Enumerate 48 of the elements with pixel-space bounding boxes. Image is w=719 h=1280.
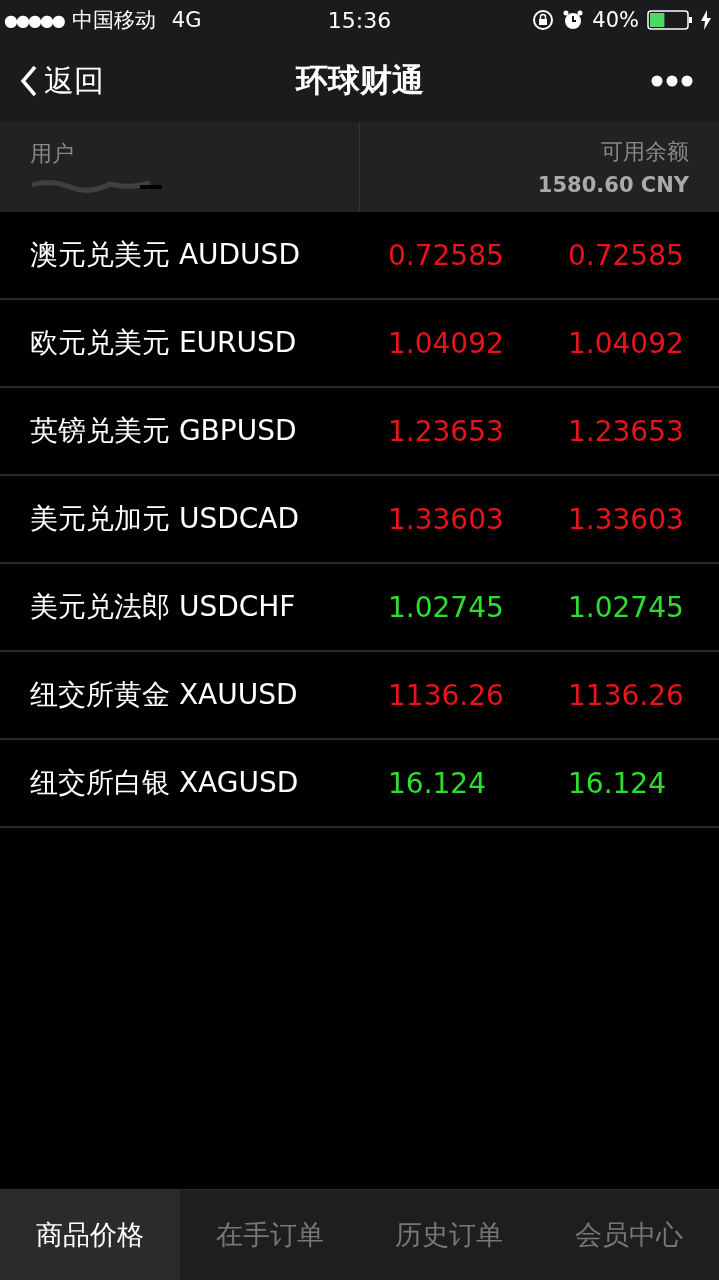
clock-time: 15:36: [327, 7, 392, 33]
carrier-name: 中国移动: [71, 7, 156, 34]
bid-price: 1.23653: [388, 414, 504, 448]
instrument-name: 澳元兑美元 AUDUSD: [30, 237, 301, 273]
quote-row[interactable]: 美元兑法郎 USDCHF 1.02745 1.02745: [0, 564, 719, 652]
battery-icon: [647, 10, 693, 30]
ask-price: 1.33603: [568, 502, 684, 536]
more-icon[interactable]: [651, 75, 693, 87]
back-button[interactable]: 返回: [20, 60, 104, 102]
alarm-clock-icon: [562, 9, 585, 31]
tab[interactable]: 商品价格: [0, 1190, 180, 1280]
bid-price: 1.33603: [388, 502, 504, 536]
ask-price: 0.72585: [568, 238, 684, 272]
page-title: 环球财通: [295, 60, 424, 101]
ask-price: 1.23653: [568, 414, 684, 448]
bid-price: 1.02745: [388, 590, 504, 624]
quote-row[interactable]: 纽交所白银 XAGUSD 16.124 16.124: [0, 740, 719, 828]
ask-price: 1136.26: [568, 678, 684, 712]
ask-price: 1.04092: [568, 326, 684, 360]
instrument-name: 英镑兑美元 GBPUSD: [30, 413, 298, 449]
signal-strength: ●●●●●: [4, 10, 64, 30]
instrument-name: 欧元兑美元 EURUSD: [30, 325, 298, 361]
quote-row[interactable]: 纽交所黄金 XAUUSD 1136.26 1136.26: [0, 652, 719, 740]
rotation-lock-icon: [532, 9, 555, 31]
tab[interactable]: 历史订单: [359, 1190, 540, 1280]
instrument-name: 美元兑法郎 USDCHF: [30, 589, 297, 625]
ask-price: 1.02745: [568, 590, 684, 624]
balance-label: 可用余额: [601, 138, 689, 166]
bid-price: 16.124: [388, 766, 486, 800]
network-type: 4G: [171, 8, 202, 32]
tab[interactable]: 会员中心: [539, 1190, 719, 1280]
quote-row[interactable]: 美元兑加元 USDCAD 1.33603 1.33603: [0, 476, 719, 564]
bid-price: 1136.26: [388, 678, 504, 712]
charging-bolt-icon: [701, 10, 711, 30]
battery-percent: 40%: [592, 8, 639, 32]
quote-row[interactable]: 英镑兑美元 GBPUSD 1.23653 1.23653: [0, 388, 719, 476]
quote-row[interactable]: 欧元兑美元 EURUSD 1.04092 1.04092: [0, 300, 719, 388]
user-label: 用户: [30, 140, 75, 168]
balance-amount: 1580.60 CNY: [537, 173, 689, 197]
quote-row[interactable]: 澳元兑美元 AUDUSD 0.72585 0.72585: [0, 212, 719, 300]
ask-price: 16.124: [568, 766, 666, 800]
chevron-left-icon: [20, 65, 38, 97]
tab[interactable]: 在手订单: [179, 1190, 360, 1280]
bid-price: 0.72585: [388, 238, 504, 272]
instrument-name: 纽交所白银 XAGUSD: [30, 765, 300, 801]
instrument-name: 美元兑加元 USDCAD: [30, 501, 300, 537]
instrument-name: 纽交所黄金 XAUUSD: [30, 677, 299, 713]
bid-price: 1.04092: [388, 326, 504, 360]
